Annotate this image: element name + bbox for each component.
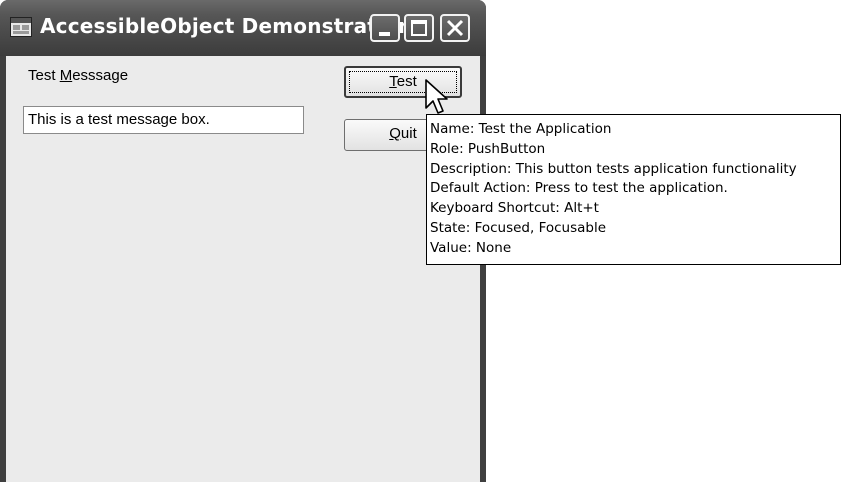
tooltip-line-keyboard-shortcut: Keyboard Shortcut: Alt+t [430,200,599,217]
close-button[interactable] [440,14,470,42]
tooltip-line-role: Role: PushButton [430,140,546,157]
tooltip-line-name: Name: Test the Application [430,121,612,137]
accessibility-tooltip: Name: Test the Application Role: PushBut… [426,114,841,265]
title-bar[interactable]: AccessibleObject Demonstration [0,0,486,56]
close-icon [446,19,464,37]
minimize-button[interactable] [370,14,400,42]
minimize-icon [379,32,390,36]
app-window: AccessibleObject Demonstration Test Mess… [0,0,486,482]
tooltip-line-value: Value: None [430,239,512,256]
maximize-button[interactable] [404,14,434,42]
test-message-label: Test Messsage [28,67,129,84]
form-client-area: Test Messsage This is a test message box… [6,56,480,482]
maximize-icon [411,20,427,36]
tooltip-line-default-action: Default Action: Press to test the applic… [430,180,728,197]
test-message-textbox[interactable]: This is a test message box. [23,106,304,134]
tooltip-line-description: Description: This button tests applicati… [430,160,797,177]
application-window-icon[interactable] [10,17,32,37]
tooltip-line-state: State: Focused, Focusable [430,219,607,236]
window-title: AccessibleObject Demonstration [40,14,413,38]
mouse-pointer-icon [425,79,448,114]
